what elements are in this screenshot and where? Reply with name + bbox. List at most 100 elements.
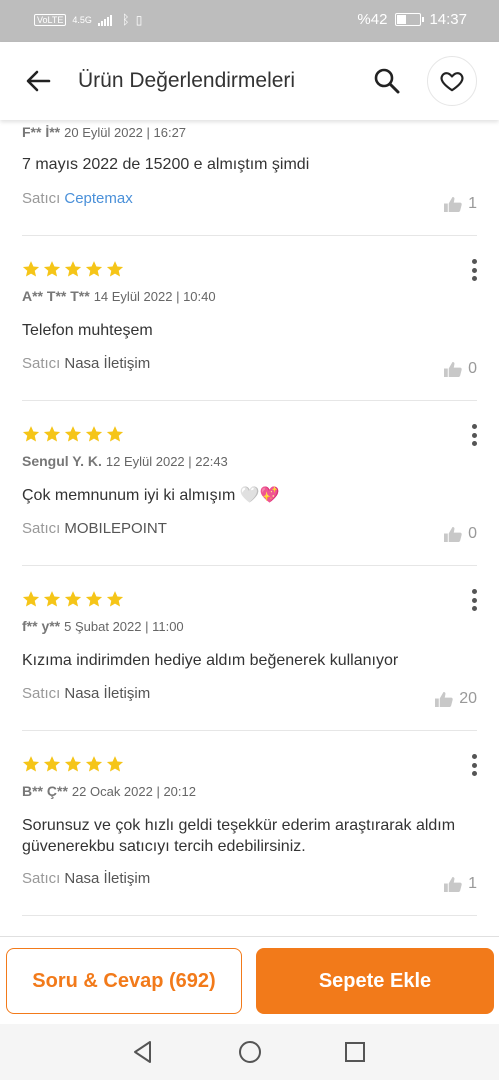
star-icon (106, 261, 124, 277)
review-comment: 7 mayıs 2022 de 15200 e almıştım şimdi (22, 156, 310, 173)
nav-recents-button[interactable] (341, 1038, 369, 1066)
like-count: 0 (468, 360, 477, 377)
author-name: B** Ç** (22, 783, 68, 799)
star-icon (85, 426, 103, 442)
author-name: A** T** T** (22, 288, 90, 304)
star-icon (22, 426, 40, 442)
seller-prefix: Satıcı (22, 190, 61, 207)
thumbs-up-icon (444, 526, 462, 542)
rating-stars (22, 590, 124, 608)
review-card: F** İ** 20 Eylül 2022 | 16:27 7 mayıs 202… (0, 120, 499, 236)
search-icon (374, 68, 400, 94)
review-author: F** İ** 20 Eylül 2022 | 16:27 (22, 124, 186, 140)
star-icon (22, 261, 40, 277)
battery-icon (395, 13, 425, 26)
seller-name[interactable]: Nasa İletişim (64, 870, 150, 887)
star-icon (64, 591, 82, 607)
battery-fill (397, 15, 407, 24)
rating-stars (22, 755, 124, 773)
more-options-button[interactable] (467, 422, 481, 448)
like-button[interactable]: 1 (443, 875, 477, 893)
like-count: 0 (468, 525, 477, 542)
review-seller: Satıcı Ceptemax (22, 190, 133, 207)
review-seller: Satıcı Nasa İletişim (22, 870, 150, 887)
rating-stars (22, 260, 124, 278)
seller-link[interactable]: Ceptemax (64, 190, 132, 207)
clock: 14:37 (429, 11, 467, 28)
seller-prefix: Satıcı (22, 355, 61, 372)
bottom-action-bar: Soru & Cevap (692) Sepete Ekle (0, 936, 499, 1024)
like-button[interactable]: 20 (434, 690, 477, 708)
more-options-button[interactable] (467, 587, 481, 613)
seller-prefix: Satıcı (22, 870, 61, 887)
like-count: 1 (468, 875, 477, 892)
star-icon (64, 261, 82, 277)
page-title: Ürün Değerlendirmeleri (78, 69, 296, 92)
review-author: B** Ç** 22 Ocak 2022 | 20:12 (22, 783, 196, 799)
status-right-icons: %42 14:37 (357, 11, 467, 28)
rating-stars (22, 425, 124, 443)
star-icon (64, 426, 82, 442)
review-card: B** Ç** 22 Ocak 2022 | 20:12 Sorunsuz ve … (0, 731, 499, 916)
review-comment: Kızıma indirimden hediye aldım beğenerek… (22, 652, 399, 669)
triangle-back-icon (134, 1041, 151, 1063)
review-date: 5 Şubat 2022 | 11:00 (64, 619, 184, 634)
nav-back-button[interactable] (129, 1038, 157, 1066)
star-icon (106, 426, 124, 442)
more-options-button[interactable] (467, 257, 481, 283)
seller-prefix: Satıcı (22, 685, 61, 702)
author-name: Sengul Y. K. (22, 453, 102, 469)
arrow-left-icon (26, 70, 51, 92)
thumbs-up-icon (444, 876, 462, 892)
thumbs-up-icon (435, 691, 453, 707)
review-divider (22, 915, 477, 916)
star-icon (85, 261, 103, 277)
star-icon (64, 756, 82, 772)
like-button[interactable]: 0 (443, 360, 477, 378)
seller-name[interactable]: Nasa İletişim (64, 355, 150, 372)
top-app-bar: Ürün Değerlendirmeleri (0, 42, 499, 120)
review-date: 14 Eylül 2022 | 10:40 (93, 289, 216, 304)
signal-icon (97, 14, 112, 26)
review-list[interactable]: F** İ** 20 Eylül 2022 | 16:27 7 mayıs 202… (0, 120, 499, 936)
nav-home-button[interactable] (236, 1038, 264, 1066)
status-left-icons: VoLTE 4.5G ᛒ ▯ (34, 12, 142, 27)
like-count: 1 (468, 195, 477, 212)
vibrate-icon: ▯ (135, 12, 143, 27)
review-card: f** y** 5 Şubat 2022 | 11:00 Kızıma indir… (0, 566, 499, 731)
thumbs-up-icon (444, 361, 462, 377)
square-recents-icon (345, 1042, 365, 1062)
star-icon (22, 756, 40, 772)
seller-name[interactable]: MOBILEPOINT (64, 520, 167, 537)
star-icon (22, 591, 40, 607)
thumbs-up-icon (444, 196, 462, 212)
favorite-button[interactable] (427, 56, 477, 106)
star-icon (85, 756, 103, 772)
review-date: 22 Ocak 2022 | 20:12 (71, 784, 196, 799)
review-comment: Çok memnunum iyi ki almışım 🤍💖 (22, 487, 280, 504)
review-seller: Satıcı MOBILEPOINT (22, 520, 167, 537)
seller-name[interactable]: Nasa İletişim (64, 685, 150, 702)
review-author: Sengul Y. K. 12 Eylül 2022 | 22:43 (22, 453, 228, 469)
like-button[interactable]: 0 (443, 525, 477, 543)
review-date: 12 Eylül 2022 | 22:43 (105, 454, 228, 469)
questions-answers-button[interactable]: Soru & Cevap (692) (6, 948, 242, 1014)
back-button[interactable] (22, 64, 56, 98)
review-card: A** T** T** 14 Eylül 2022 | 10:40 Telefon… (0, 236, 499, 401)
bluetooth-icon: ᛒ (121, 12, 130, 27)
author-name: F** İ** (22, 124, 61, 140)
review-author: f** y** 5 Şubat 2022 | 11:00 (22, 618, 184, 634)
more-options-button[interactable] (467, 752, 481, 778)
search-button[interactable] (370, 64, 404, 98)
like-count: 20 (459, 690, 477, 707)
star-icon (43, 426, 61, 442)
star-icon (106, 756, 124, 772)
add-to-cart-button[interactable]: Sepete Ekle (256, 948, 494, 1014)
circle-home-icon (239, 1041, 261, 1063)
review-date: 20 Eylül 2022 | 16:27 (64, 125, 187, 140)
seller-prefix: Satıcı (22, 520, 61, 537)
like-button[interactable]: 1 (443, 195, 477, 213)
star-icon (106, 591, 124, 607)
author-name: f** y** (22, 618, 61, 634)
review-seller: Satıcı Nasa İletişim (22, 685, 150, 702)
